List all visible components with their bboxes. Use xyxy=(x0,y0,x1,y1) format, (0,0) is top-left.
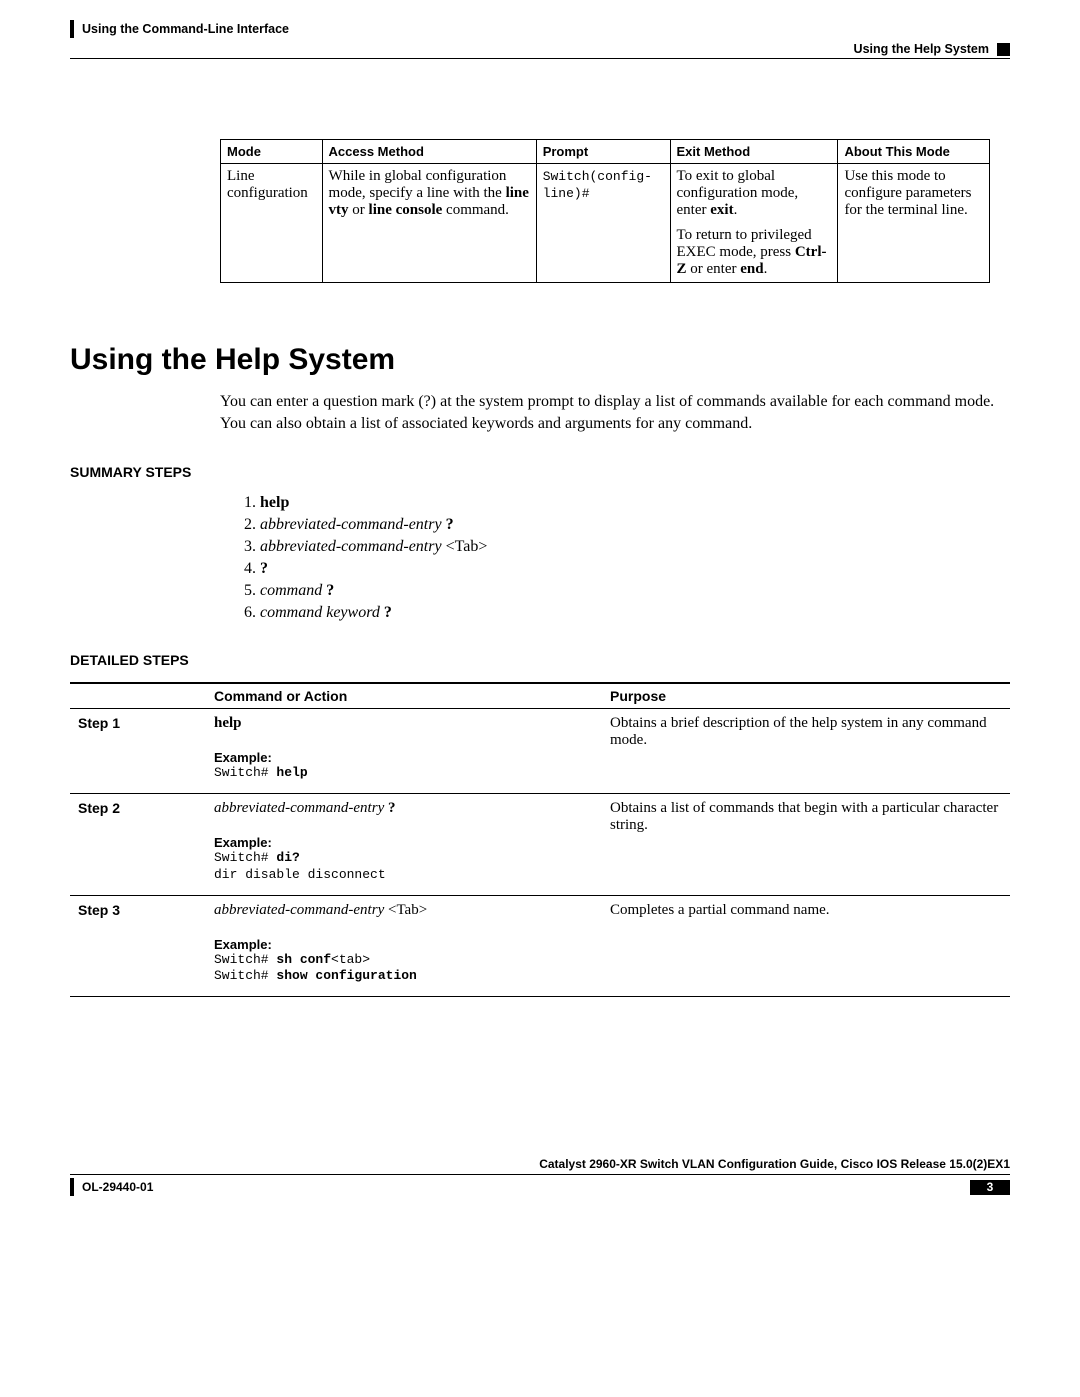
intro-paragraph: You can enter a question mark (?) at the… xyxy=(220,391,1010,434)
command-cell: abbreviated-command-entry ? Example: Swi… xyxy=(206,794,602,896)
table-row: Step 1 help Example: Switch# help Obtain… xyxy=(70,709,1010,794)
footer-doc-id-block: OL-29440-01 xyxy=(70,1178,153,1196)
mode-cell-exit: To exit to global configuration mode, en… xyxy=(670,164,838,283)
header-rule xyxy=(70,58,1010,59)
footer-doc-id: OL-29440-01 xyxy=(82,1180,153,1194)
list-item: help xyxy=(260,494,1010,512)
step-label: Step 1 xyxy=(70,709,206,794)
example-label: Example: xyxy=(214,937,594,952)
footer-rule xyxy=(70,1174,1010,1175)
purpose-cell: Obtains a list of commands that begin wi… xyxy=(602,794,1010,896)
list-item: abbreviated-command-entry ? xyxy=(260,516,1010,534)
chapter-marker: Using the Command-Line Interface xyxy=(70,20,289,38)
mode-header-about: About This Mode xyxy=(838,140,990,164)
det-head-purpose: Purpose xyxy=(602,683,1010,709)
list-item: abbreviated-command-entry <Tab> xyxy=(260,538,1010,556)
square-icon xyxy=(997,43,1010,56)
section-heading: Using the Help System xyxy=(70,343,1010,377)
example-label: Example: xyxy=(214,835,594,850)
vertical-bar-icon xyxy=(70,1178,74,1196)
purpose-cell: Obtains a brief description of the help … xyxy=(602,709,1010,794)
summary-steps-list: help abbreviated-command-entry ? abbrevi… xyxy=(240,494,1010,622)
table-row: Step 3 abbreviated-command-entry <Tab> E… xyxy=(70,895,1010,997)
summary-steps-label: SUMMARY STEPS xyxy=(70,464,1010,480)
mode-cell-mode: Line configuration xyxy=(221,164,323,283)
detailed-steps-table: Command or Action Purpose Step 1 help Ex… xyxy=(70,682,1010,997)
table-row: Line configuration While in global confi… xyxy=(221,164,990,283)
det-head-blank xyxy=(70,683,206,709)
step-label: Step 3 xyxy=(70,895,206,997)
detailed-steps-label: DETAILED STEPS xyxy=(70,652,1010,668)
chapter-title: Using the Command-Line Interface xyxy=(82,22,289,36)
mode-cell-access: While in global configuration mode, spec… xyxy=(322,164,536,283)
example-label: Example: xyxy=(214,750,594,765)
mode-header-exit: Exit Method xyxy=(670,140,838,164)
list-item: command ? xyxy=(260,582,1010,600)
purpose-cell: Completes a partial command name. xyxy=(602,895,1010,997)
vertical-bar-icon xyxy=(70,20,74,38)
mode-header-mode: Mode xyxy=(221,140,323,164)
mode-header-prompt: Prompt xyxy=(536,140,670,164)
step-label: Step 2 xyxy=(70,794,206,896)
table-row: Step 2 abbreviated-command-entry ? Examp… xyxy=(70,794,1010,896)
mode-table: Mode Access Method Prompt Exit Method Ab… xyxy=(220,139,990,283)
det-head-cmd: Command or Action xyxy=(206,683,602,709)
mode-header-access: Access Method xyxy=(322,140,536,164)
mode-cell-prompt: Switch(config-line)# xyxy=(536,164,670,283)
command-cell: abbreviated-command-entry <Tab> Example:… xyxy=(206,895,602,997)
footer-doc-title: Catalyst 2960-XR Switch VLAN Configurati… xyxy=(70,1157,1010,1171)
page-number: 3 xyxy=(970,1180,1010,1195)
mode-cell-about: Use this mode to configure parameters fo… xyxy=(838,164,990,283)
list-item: ? xyxy=(260,560,1010,578)
section-title: Using the Help System xyxy=(854,42,989,56)
list-item: command keyword ? xyxy=(260,604,1010,622)
command-cell: help Example: Switch# help xyxy=(206,709,602,794)
